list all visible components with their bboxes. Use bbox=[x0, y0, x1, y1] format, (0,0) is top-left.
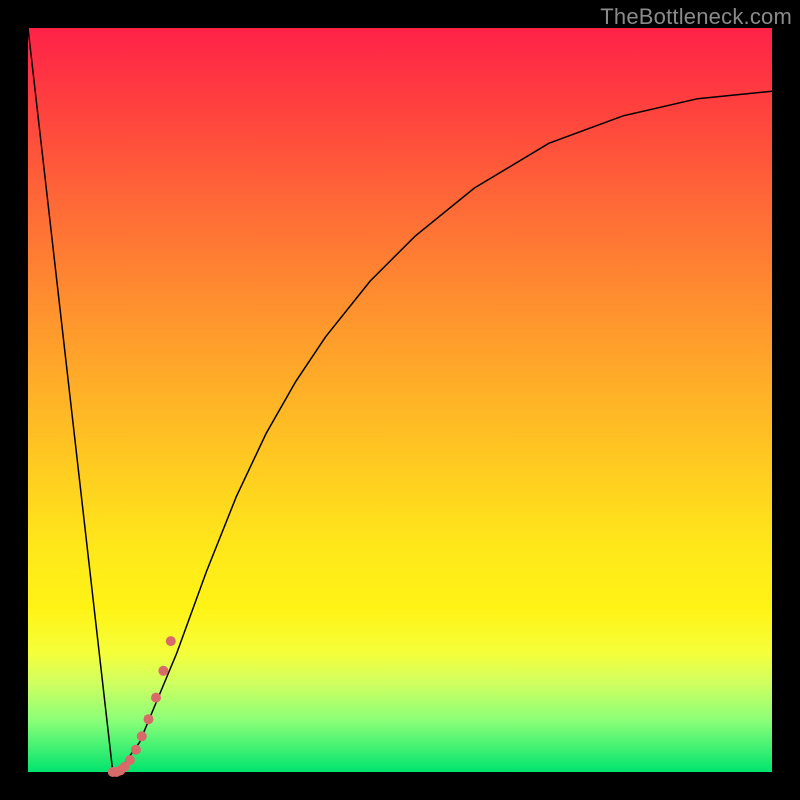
bottleneck-gradient bbox=[28, 28, 772, 772]
watermark-text: TheBottleneck.com bbox=[600, 4, 792, 30]
